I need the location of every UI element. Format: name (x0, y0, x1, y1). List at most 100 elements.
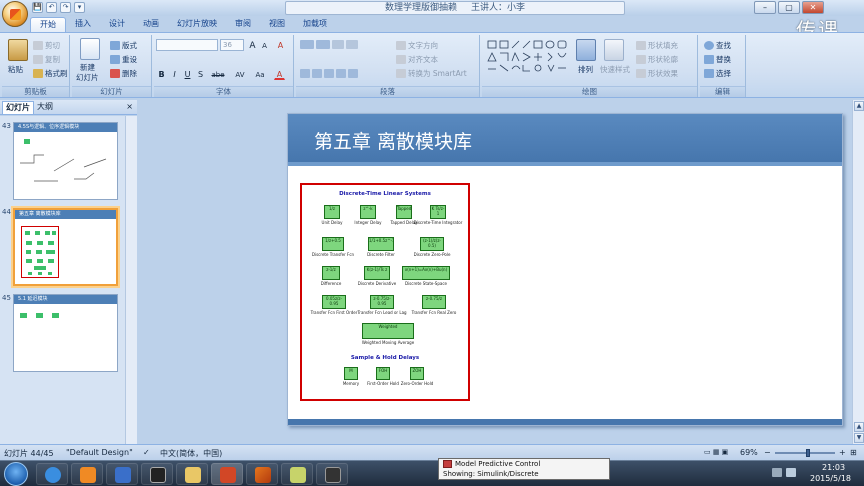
tray-icons[interactable] (772, 468, 796, 477)
smartart-button[interactable]: 转换为 SmartArt (396, 68, 467, 79)
zoom-slider[interactable] (775, 449, 835, 457)
strikethrough-button[interactable]: abe (209, 69, 227, 80)
arrange-icon[interactable] (576, 39, 596, 61)
taskbar-media[interactable] (71, 463, 103, 485)
text-direction-label: 文字方向 (408, 41, 438, 50)
tab-animations[interactable]: 动画 (134, 17, 168, 32)
new-slide-icon[interactable] (80, 38, 100, 60)
close-button[interactable]: ✕ (802, 1, 824, 14)
prev-slide-icon[interactable]: ▲ (854, 422, 864, 432)
taskbar-powerpoint[interactable] (211, 463, 243, 485)
font-name-select[interactable] (156, 39, 218, 51)
taskbar-explorer[interactable] (176, 463, 208, 485)
discrete-library-figure[interactable]: Discrete-Time Linear Systems 1/z Unit Del… (300, 183, 470, 401)
theme-name[interactable]: "Default Design" (66, 448, 133, 457)
slide-thumbnail[interactable]: 4.5S与逻辑、位序逻辑模块 (13, 122, 118, 200)
copy-button[interactable]: 复制 (33, 54, 60, 65)
volume-icon[interactable] (786, 468, 796, 477)
underline-button[interactable]: U (182, 69, 193, 80)
paste-button[interactable]: 粘贴 (8, 64, 23, 75)
quick-styles-button[interactable]: 快速样式 (600, 64, 630, 75)
scroll-up-icon[interactable]: ▲ (854, 101, 864, 111)
tab-addins[interactable]: 加载项 (294, 17, 336, 32)
format-painter-button[interactable]: 格式刷 (33, 68, 68, 79)
tab-design[interactable]: 设计 (100, 17, 134, 32)
paste-icon[interactable] (8, 39, 28, 61)
taskbar-ie[interactable] (36, 463, 68, 485)
vertical-scrollbar[interactable]: ▲ ▲ ▼ (852, 100, 864, 444)
reset-button[interactable]: 重设 (110, 54, 137, 65)
align-text-button[interactable]: 对齐文本 (396, 54, 438, 65)
arrange-button[interactable]: 排列 (578, 64, 593, 75)
network-icon[interactable] (772, 468, 782, 477)
taskbar-video[interactable] (141, 463, 173, 485)
text-direction-button[interactable]: 文字方向 (396, 40, 438, 51)
font-color-button[interactable]: A (274, 69, 285, 80)
redo-icon[interactable]: ↷ (60, 2, 71, 13)
slide-thumbnail[interactable]: 5.1 延迟模块 (13, 294, 118, 372)
taskbar-matlab[interactable] (246, 463, 278, 485)
tab-review[interactable]: 审阅 (226, 17, 260, 32)
bullets-button[interactable] (300, 40, 358, 49)
spellcheck-icon[interactable]: ✓ (143, 448, 150, 457)
pane-scrollbar[interactable] (125, 116, 137, 444)
shape-effects-button[interactable]: 形状效果 (636, 68, 678, 79)
pane-close-icon[interactable]: × (126, 102, 133, 111)
current-slide[interactable]: 第五章 离散模块库 Discrete-Time Linear Systems 1… (287, 113, 843, 426)
taskbar-player[interactable] (106, 463, 138, 485)
maximize-button[interactable]: ▢ (778, 1, 800, 14)
start-button-icon[interactable] (4, 462, 28, 486)
taskbar-notes[interactable] (281, 463, 313, 485)
cut-button[interactable]: 剪切 (33, 40, 60, 51)
zoom-in-icon[interactable]: + (839, 448, 846, 457)
minimize-button[interactable]: – (754, 1, 776, 14)
thumbnail-blocks (20, 313, 59, 318)
clock-time[interactable]: 21:03 (822, 463, 845, 472)
shape-fill-button[interactable]: 形状填充 (636, 40, 678, 51)
font-size-select[interactable]: 36 (220, 39, 244, 51)
italic-button[interactable]: I (169, 69, 180, 80)
tab-outline[interactable]: 大纲 (34, 101, 56, 114)
shapes-gallery[interactable] (486, 39, 570, 73)
align-buttons[interactable] (300, 69, 358, 78)
grow-font-button[interactable]: A (247, 40, 258, 51)
change-case-button[interactable]: Aa (252, 69, 268, 80)
tab-home[interactable]: 开始 (30, 17, 66, 32)
char-spacing-button[interactable]: AV (232, 69, 248, 80)
replace-button[interactable]: 替换 (704, 54, 731, 65)
tab-insert[interactable]: 插入 (66, 17, 100, 32)
tab-slides[interactable]: 幻灯片 (2, 101, 34, 114)
zoom-slider-thumb[interactable] (806, 449, 810, 457)
taskbar-camera[interactable] (316, 463, 348, 485)
quick-styles-icon[interactable] (604, 39, 624, 61)
shadow-button[interactable]: S (195, 69, 206, 80)
slides-thumbnail-pane[interactable]: 43 4.5S与逻辑、位序逻辑模块 44 第五章 离散模块库 45 5.1 延迟… (0, 116, 125, 444)
slide-thumbnail-selected[interactable]: 第五章 离散模块库 (13, 208, 118, 286)
layout-button[interactable]: 版式 (110, 40, 137, 51)
save-icon[interactable]: 💾 (32, 2, 43, 13)
clock-date[interactable]: 2015/5/18 (810, 474, 851, 483)
slide-editor[interactable]: 第五章 离散模块库 Discrete-Time Linear Systems 1… (137, 100, 852, 444)
tab-slideshow[interactable]: 幻灯片放映 (168, 17, 226, 32)
customize-qat-button[interactable]: ▾ (74, 2, 85, 13)
zoom-level[interactable]: 69% (740, 448, 758, 457)
fit-window-icon[interactable]: ⊞ (850, 448, 857, 457)
office-button[interactable] (2, 1, 28, 27)
clear-format-button[interactable]: A (275, 40, 286, 51)
shape-outline-button[interactable]: 形状轮廓 (636, 54, 678, 65)
format-painter-label: 格式刷 (45, 69, 68, 78)
taskbar-popup[interactable]: Model Predictive Control Showing: Simuli… (438, 458, 610, 480)
tab-view[interactable]: 视图 (260, 17, 294, 32)
find-button[interactable]: 查找 (704, 40, 731, 51)
select-button[interactable]: 选择 (704, 68, 731, 79)
slide-title[interactable]: 第五章 离散模块库 (314, 127, 472, 154)
smartart-label: 转换为 SmartArt (408, 69, 467, 78)
bold-button[interactable]: B (156, 69, 167, 80)
delete-slide-button[interactable]: 删除 (110, 68, 137, 79)
undo-icon[interactable]: ↶ (46, 2, 57, 13)
next-slide-icon[interactable]: ▼ (854, 433, 864, 443)
new-slide-label[interactable]: 幻灯片 (76, 72, 99, 83)
zoom-out-icon[interactable]: − (764, 448, 771, 457)
shrink-font-button[interactable]: A (259, 40, 270, 51)
language-indicator[interactable]: 中文(简体，中国) (160, 448, 222, 459)
